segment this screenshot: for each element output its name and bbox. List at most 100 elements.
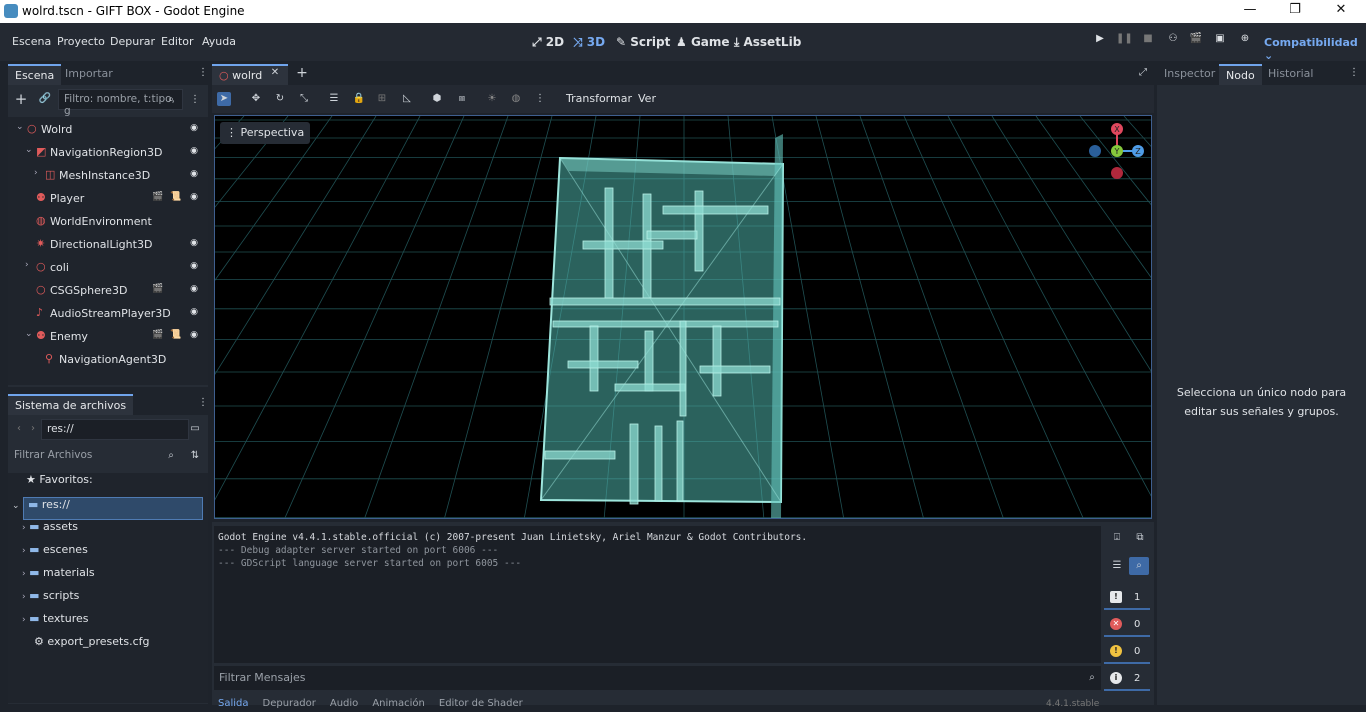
maximize-button[interactable]: ❐ (1285, 2, 1305, 20)
visibility-eye-icon[interactable]: ◉ (188, 307, 200, 319)
chevron-right-icon[interactable]: › (22, 615, 26, 625)
open-scene-icon[interactable]: 🎬 (152, 330, 163, 340)
play-custom-icon[interactable]: ▣ (1212, 33, 1228, 49)
script-icon[interactable]: 📜 (170, 192, 181, 202)
instance-scene-icon[interactable]: 🔗 (38, 92, 52, 106)
perspective-menu[interactable]: ⋮ Perspectiva (220, 122, 311, 144)
menu-editor[interactable]: Editor (161, 35, 194, 48)
select-tool-icon[interactable]: ➤ (217, 92, 231, 106)
scene-node-row[interactable]: ♪ AudioStreamPlayer3D ◉ (8, 302, 208, 325)
minimize-button[interactable]: — (1240, 2, 1260, 20)
chevron-right-icon[interactable]: › (22, 523, 26, 533)
menu-ayuda[interactable]: Ayuda (202, 35, 236, 48)
dock-menu-icon[interactable]: ⋮ (196, 396, 210, 410)
favorites-row[interactable]: ★ Favoritos: (26, 473, 93, 496)
folder-escenes-row[interactable]: › ▬ escenes (22, 543, 88, 566)
remote-debug-icon[interactable]: ⚇ (1165, 33, 1181, 49)
chevron-right-icon[interactable]: › (22, 546, 26, 556)
visibility-eye-icon[interactable]: ◉ (188, 192, 200, 204)
distraction-free-icon[interactable]: ⤢ (1136, 66, 1150, 80)
chevron-down-icon[interactable]: ⌄ (25, 145, 33, 155)
scene-node-row[interactable]: ✷ DirectionalLight3D ◉ (8, 233, 208, 256)
list-tool-icon[interactable]: ☰ (327, 92, 341, 106)
chevron-down-icon[interactable]: ⌄ (25, 329, 33, 339)
tab-inspector[interactable]: Inspector (1157, 64, 1222, 85)
movie-maker-icon[interactable]: ⊕ (1237, 33, 1253, 49)
workspace-2d-button[interactable]: ⤢ 2D (532, 35, 564, 50)
move-tool-icon[interactable]: ✥ (249, 92, 263, 106)
back-icon[interactable]: ‹ (12, 422, 26, 436)
scale-tool-icon[interactable]: ⤡ (297, 92, 311, 106)
visibility-eye-icon[interactable]: ◉ (188, 261, 200, 273)
open-scene-icon[interactable]: 🎬 (152, 284, 163, 294)
message-filter-toggle[interactable]: ! 1 (1104, 586, 1150, 610)
3d-viewport[interactable]: X Y Z ⋮ Perspectiva (214, 115, 1152, 519)
bottom-tab[interactable]: Audio (330, 698, 358, 709)
chevron-right-icon[interactable]: › (25, 260, 29, 270)
workspace-game-button[interactable]: ♟ Game (676, 35, 730, 49)
folder-scripts-row[interactable]: › ▬ scripts (22, 589, 79, 612)
ruler-icon[interactable]: ◺ (400, 92, 414, 106)
scene-node-row[interactable]: ○ CSGSphere3D 🎬 ◉ (8, 279, 208, 302)
rotate-tool-icon[interactable]: ↻ (273, 92, 287, 106)
scene-node-row[interactable]: › ◫ MeshInstance3D ◉ (8, 164, 208, 187)
message-filter-toggle[interactable]: ! 0 (1104, 640, 1150, 664)
close-window-button[interactable]: ✕ (1331, 2, 1351, 20)
bottom-tab[interactable]: Depurador (263, 698, 316, 709)
visibility-eye-icon[interactable]: ◉ (188, 238, 200, 250)
lock-icon[interactable]: 🔒 (352, 92, 366, 106)
collapse-icon[interactable]: ☰ (1110, 559, 1124, 573)
local-space-icon[interactable]: ⬢ (430, 92, 444, 106)
pause-icon[interactable]: ❚❚ (1116, 33, 1133, 49)
bottom-tab[interactable]: Animación (372, 698, 425, 709)
visibility-eye-icon[interactable]: ◉ (188, 330, 200, 342)
bottom-tab[interactable]: Editor de Shader (439, 698, 523, 709)
dock-menu-icon[interactable]: ⋮ (1347, 66, 1361, 80)
scene-node-row[interactable]: ◍ WorldEnvironment (8, 210, 208, 233)
workspace-assetlib-button[interactable]: ⤓ AssetLib (734, 35, 801, 50)
bottom-tab[interactable]: Salida (218, 698, 249, 709)
folder-assets-row[interactable]: › ▬ assets (22, 520, 78, 543)
dock-menu-icon[interactable]: ⋮ (196, 66, 210, 80)
forward-icon[interactable]: › (26, 422, 40, 436)
snap-icon[interactable]: ⩎ (455, 92, 469, 106)
scene-options-icon[interactable]: ⋮ (188, 93, 202, 107)
tab-escena[interactable]: Escena (8, 64, 62, 85)
folder-res-row[interactable]: ▬ res:// (23, 497, 203, 520)
open-scene-icon[interactable]: 🎬 (152, 192, 163, 202)
group-icon[interactable]: ⊞ (375, 92, 389, 106)
view-menu[interactable]: Ver (638, 92, 656, 105)
filter-messages-input[interactable]: Filtrar Mensajes (214, 666, 1101, 690)
chevron-right-icon[interactable]: › (22, 569, 26, 579)
message-filter-toggle[interactable]: i2 (1104, 667, 1150, 691)
tab-filesystem[interactable]: Sistema de archivos (8, 394, 134, 415)
sun-icon[interactable]: ☀ (485, 92, 499, 106)
visibility-eye-icon[interactable]: ◉ (188, 123, 200, 135)
message-filter-toggle[interactable]: ✕ 0 (1104, 613, 1150, 637)
tab-historial[interactable]: Historial (1261, 64, 1320, 85)
file-export-presets[interactable]: ⚙ export_presets.cfg (34, 635, 149, 658)
close-tab-icon[interactable]: ✕ (268, 66, 282, 80)
workspace-3d-button[interactable]: ⤨ 3D (573, 35, 605, 50)
menu-proyecto[interactable]: Proyecto (57, 35, 105, 48)
chevron-down-icon[interactable]: ⌄ (16, 122, 24, 132)
transform-menu[interactable]: Transformar (566, 92, 632, 105)
toggle-split-icon[interactable]: ▭ (188, 422, 202, 436)
folder-textures-row[interactable]: › ▬ textures (22, 612, 88, 635)
tab-nodo[interactable]: Nodo (1219, 64, 1262, 85)
stop-icon[interactable]: ■ (1140, 33, 1156, 49)
path-field[interactable]: res:// (41, 419, 189, 440)
script-icon[interactable]: 📜 (170, 330, 181, 340)
visibility-eye-icon[interactable]: ◉ (188, 169, 200, 181)
tab-importar[interactable]: Importar (58, 64, 120, 85)
visibility-eye-icon[interactable]: ◉ (188, 284, 200, 296)
copy-output-icon[interactable]: ⧉ (1133, 531, 1147, 545)
scene-node-row[interactable]: ⚲ NavigationAgent3D (8, 348, 208, 371)
menu-escena[interactable]: Escena (12, 35, 51, 48)
chevron-right-icon[interactable]: › (34, 168, 38, 178)
chevron-down-icon[interactable]: ⌄ (12, 501, 20, 511)
environment-icon[interactable]: ◍ (509, 92, 523, 106)
play-scene-icon[interactable]: 🎬 (1188, 33, 1204, 49)
folder-materials-row[interactable]: › ▬ materials (22, 566, 95, 589)
scene-node-row[interactable]: ⌄ ○ Wolrd ◉ (8, 118, 208, 141)
